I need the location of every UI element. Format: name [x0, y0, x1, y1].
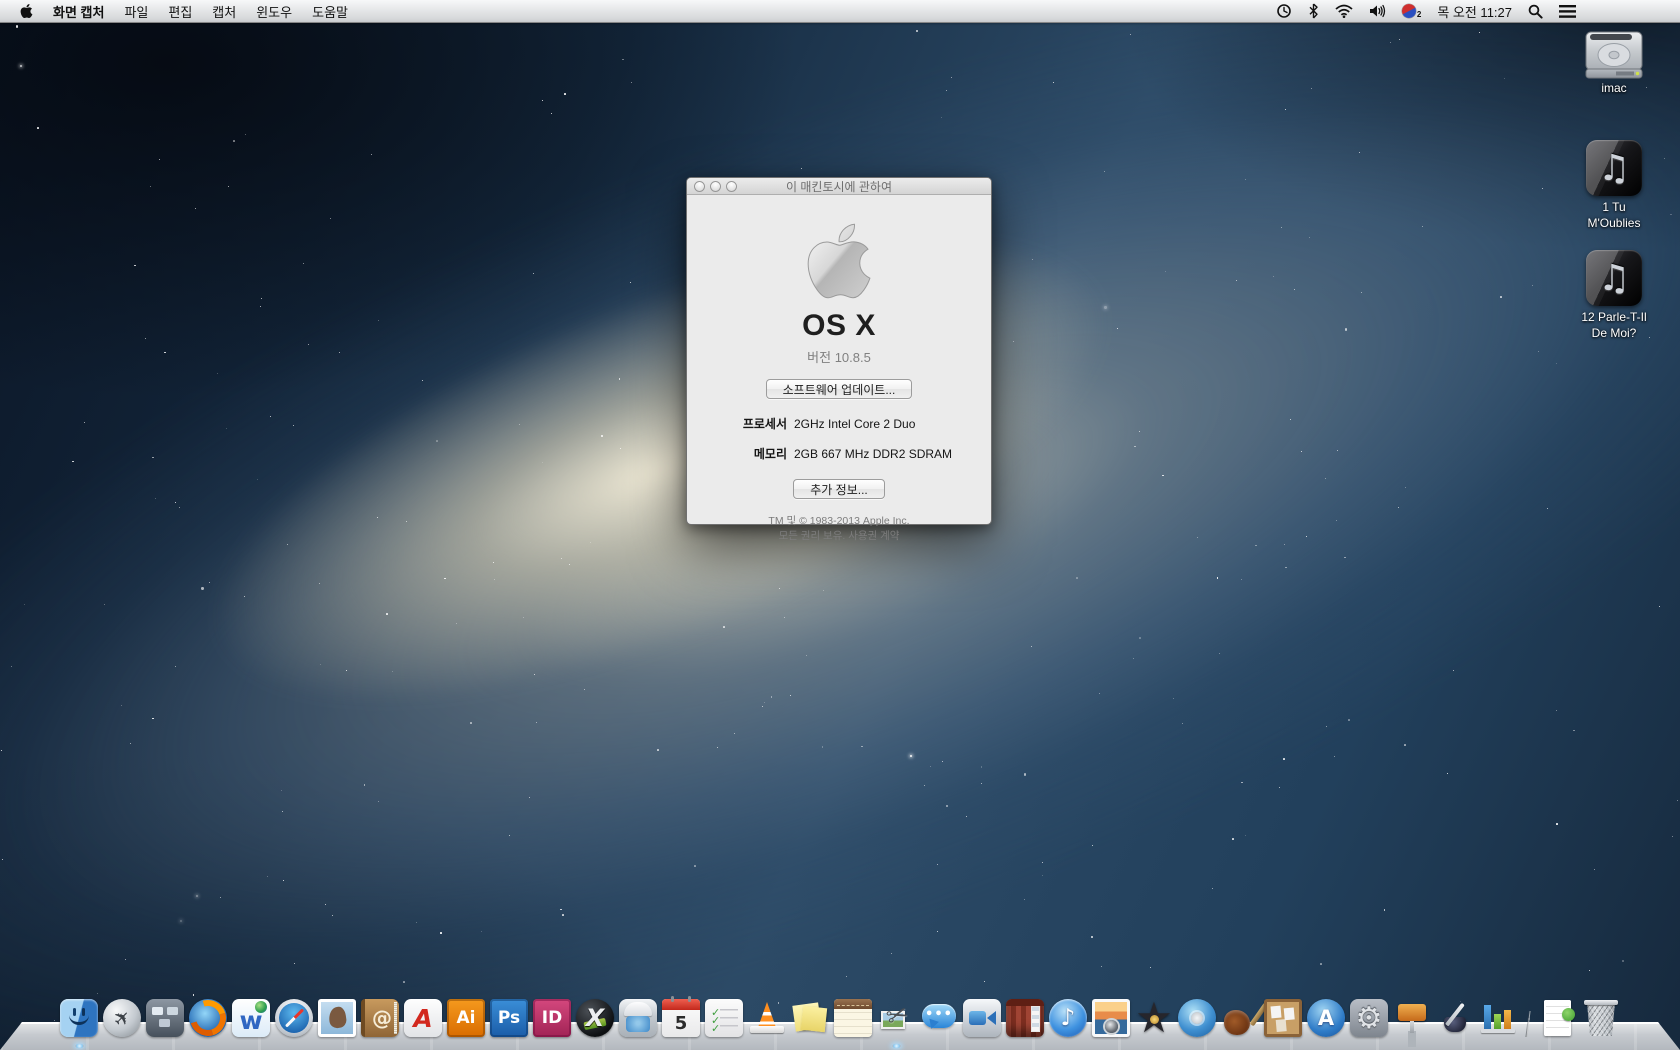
- minimize-button[interactable]: [710, 181, 721, 192]
- dock-firefox-icon[interactable]: [189, 999, 227, 1037]
- volume-icon[interactable]: [1369, 0, 1386, 22]
- processor-label: 프로세서: [687, 415, 787, 432]
- dock-system-preferences-icon[interactable]: ⚙: [1350, 999, 1388, 1037]
- traffic-lights: [694, 181, 742, 192]
- dock-reminders-icon[interactable]: ✓: [705, 999, 743, 1037]
- more-info-button[interactable]: 추가 정보...: [793, 479, 885, 499]
- dock-finder-icon[interactable]: [60, 999, 98, 1037]
- music-note-icon: ♫: [1586, 250, 1642, 306]
- time-machine-icon[interactable]: [1276, 0, 1292, 22]
- dock-document-icon[interactable]: [1539, 999, 1577, 1037]
- audio-file-icon: ♫: [1586, 140, 1642, 196]
- desktop: 화면 캡처 파일 편집 캡처 윈도우 도움말 2 목 오전 11:27: [0, 0, 1680, 1050]
- processor-value: 2GHz Intel Core 2 Duo: [794, 417, 915, 431]
- dock-photobooth-icon[interactable]: [1006, 999, 1044, 1037]
- menu-app-name[interactable]: 화면 캡처: [43, 0, 114, 22]
- dock-corkboard-icon[interactable]: [1264, 999, 1302, 1037]
- dock-stickies-icon[interactable]: [791, 999, 829, 1037]
- about-window-body: OS X 버전 10.8.5 소프트웨어 업데이트... 프로세서 2GHz I…: [687, 195, 991, 544]
- close-button[interactable]: [694, 181, 705, 192]
- dock-safari-icon[interactable]: [275, 999, 313, 1037]
- music-note-icon: ♫: [1586, 140, 1642, 196]
- desktop-icon-label: 12 Parle-T-Il: [1581, 310, 1646, 325]
- copyright-line-1: TM 및 © 1983-2013 Apple Inc.: [768, 514, 909, 529]
- dock-photoshop-icon[interactable]: Ps: [490, 999, 528, 1037]
- menu-window[interactable]: 윈도우: [246, 0, 302, 22]
- desktop-icon-column: imac ♫ 1 Tu M'Oublies ♫ 12 Parle-T-Il De…: [1558, 0, 1670, 1050]
- os-version: 버전 10.8.5: [807, 347, 871, 366]
- dock-grab-icon[interactable]: ✂: [877, 999, 915, 1037]
- dock-w-app-icon[interactable]: w: [232, 999, 270, 1037]
- bluetooth-icon[interactable]: [1308, 0, 1319, 22]
- taegeuk-symbol: [1400, 2, 1418, 20]
- korean-input-icon[interactable]: 2: [1402, 4, 1421, 19]
- dock-toast-icon[interactable]: [619, 999, 657, 1037]
- spotlight-icon[interactable]: [1528, 0, 1543, 22]
- os-name: OS X: [802, 309, 876, 343]
- wifi-icon[interactable]: [1335, 0, 1353, 22]
- memory-label: 메모리: [687, 445, 787, 462]
- dock-facetime-icon[interactable]: [963, 999, 1001, 1037]
- about-this-mac-window: 이 매킨토시에 관하여 OS X 버전 10.8.5 소프트웨어 업데이트...…: [686, 177, 992, 525]
- dock-indesign-icon[interactable]: ID: [533, 999, 571, 1037]
- dock-mail-icon[interactable]: [318, 999, 356, 1037]
- window-title: 이 매킨토시에 관하여: [786, 178, 892, 195]
- audio-file-icon: ♫: [1586, 250, 1642, 306]
- spec-list: 프로세서 2GHz Intel Core 2 Duo 메모리 2GB 667 M…: [687, 415, 991, 475]
- menu-help[interactable]: 도움말: [302, 0, 358, 22]
- desktop-icon-label: imac: [1601, 81, 1626, 96]
- menu-bar: 화면 캡처 파일 편집 캡처 윈도우 도움말 2 목 오전 11:27: [0, 0, 1680, 23]
- menu-file[interactable]: 파일: [114, 0, 158, 22]
- processor-row: 프로세서 2GHz Intel Core 2 Duo: [687, 415, 991, 432]
- dock-notes-icon[interactable]: [834, 999, 872, 1037]
- dock-garageband-icon[interactable]: [1221, 999, 1259, 1037]
- memory-row: 메모리 2GB 667 MHz DDR2 SDRAM: [687, 445, 991, 462]
- menu-clock[interactable]: 목 오전 11:27: [1437, 2, 1512, 21]
- running-indicator-light: [892, 1044, 901, 1048]
- dock-divider: [1525, 1011, 1530, 1037]
- desktop-icon-label: M'Oublies: [1588, 216, 1641, 231]
- dock-keynote-icon[interactable]: [1393, 999, 1431, 1037]
- memory-value: 2GB 667 MHz DDR2 SDRAM: [794, 447, 952, 461]
- dock-calendar-icon[interactable]: 5: [662, 999, 700, 1037]
- dock-messages-icon[interactable]: •••: [920, 999, 958, 1037]
- dock-numbers-icon[interactable]: [1479, 999, 1517, 1037]
- apple-logo: [804, 219, 874, 303]
- dock-contacts-icon[interactable]: @: [361, 999, 399, 1037]
- hard-drive-icon: [1584, 30, 1644, 80]
- dock-pages-icon[interactable]: [1436, 999, 1474, 1037]
- dock-adobe-reader-icon[interactable]: A: [404, 999, 442, 1037]
- dock-imovie-icon[interactable]: ★: [1135, 999, 1173, 1037]
- copyright-line-2: 모든 권리 보유. 사용권 계약: [779, 529, 900, 544]
- zoom-button[interactable]: [726, 181, 737, 192]
- menu-capture[interactable]: 캡처: [202, 0, 246, 22]
- desktop-icon-audio-file-2[interactable]: ♫ 12 Parle-T-Il De Moi?: [1558, 250, 1670, 341]
- korean-input-badge: 2: [1417, 10, 1421, 19]
- apple-menu-icon[interactable]: [14, 0, 43, 22]
- dock-idvd-icon[interactable]: [1178, 999, 1216, 1037]
- dock-launchpad-icon[interactable]: ✈: [103, 999, 141, 1037]
- window-titlebar[interactable]: 이 매킨토시에 관하여: [687, 178, 991, 195]
- dock-trash-icon[interactable]: [1582, 999, 1620, 1037]
- desktop-icon-label: 1 Tu: [1602, 200, 1625, 215]
- notification-center-icon[interactable]: [1559, 0, 1576, 22]
- dock-vlc-icon[interactable]: [748, 999, 786, 1037]
- desktop-icon-label: De Moi?: [1592, 326, 1637, 341]
- dock-xee-icon[interactable]: X: [576, 999, 614, 1037]
- dock-app-store-icon[interactable]: A: [1307, 999, 1345, 1037]
- dock-illustrator-icon[interactable]: Ai: [447, 999, 485, 1037]
- dock-iphoto-icon[interactable]: [1092, 999, 1130, 1037]
- dock-items: ✈w@AAiPsIDX5✓✂•••♪★A⚙: [0, 999, 1680, 1037]
- software-update-button[interactable]: 소프트웨어 업데이트...: [766, 379, 913, 399]
- dock-mission-control-icon[interactable]: [146, 999, 184, 1037]
- desktop-icon-audio-file-1[interactable]: ♫ 1 Tu M'Oublies: [1558, 140, 1670, 231]
- dock-itunes-icon[interactable]: ♪: [1049, 999, 1087, 1037]
- menu-status-area: 2 목 오전 11:27: [1276, 0, 1680, 22]
- menu-edit[interactable]: 편집: [158, 0, 202, 22]
- desktop-icon-imac-drive[interactable]: imac: [1558, 30, 1670, 96]
- running-indicator-light: [75, 1044, 84, 1048]
